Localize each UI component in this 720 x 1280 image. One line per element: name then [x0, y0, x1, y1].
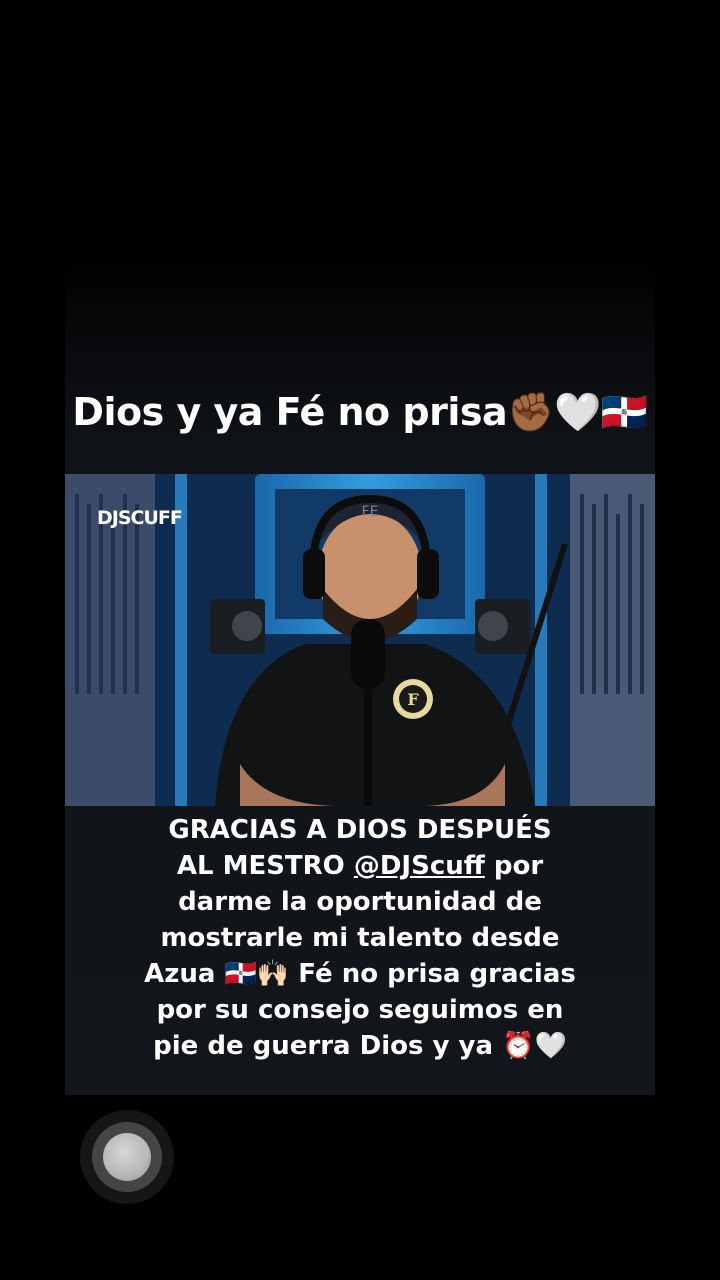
overlay-title: Dios y ya Fé no prisa✊🏾🤍🇩🇴 — [72, 390, 648, 434]
svg-text:F: F — [407, 690, 419, 709]
video-player[interactable]: FE F DJSCUFF — [65, 474, 655, 806]
screen: Dios y ya Fé no prisa✊🏾🤍🇩🇴 FE F DJSCUFF … — [0, 0, 720, 1280]
assistive-touch-button[interactable] — [80, 1110, 174, 1204]
caption-line1: GRACIAS A DIOS DESPUÉS — [168, 815, 552, 845]
caption-prefix: AL MESTRO — [176, 851, 354, 881]
assistive-touch-dot — [103, 1133, 151, 1181]
caption-body: por darme la oportunidad de mostrarle mi… — [144, 851, 576, 1061]
djscuff-watermark: DJSCUFF — [97, 507, 182, 529]
microphone — [351, 619, 385, 689]
mention-link[interactable]: @DJScuff — [354, 851, 485, 881]
svg-text:FE: FE — [362, 504, 379, 520]
post-caption: GRACIAS A DIOS DESPUÉS AL MESTRO @DJScuf… — [130, 812, 590, 1064]
video-thumbnail: FE F DJSCUFF — [65, 474, 655, 806]
